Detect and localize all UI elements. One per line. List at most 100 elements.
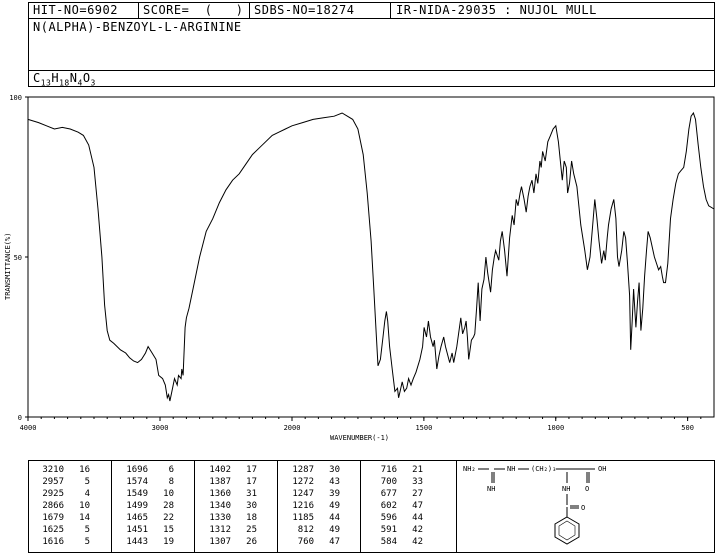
peak-wavenumber: 1696	[126, 465, 148, 475]
peak-wavenumber: 1574	[126, 477, 148, 487]
peak-table-column: 3210 16 2957 5 2925 4 2866 10 1679 14 1625 5 1616 5	[28, 461, 111, 552]
peak-transmittance: 39	[329, 489, 340, 499]
peak-transmittance: 31	[246, 489, 257, 499]
peak-wavenumber: 3210	[42, 465, 64, 475]
x-tick-label: 3000	[152, 424, 169, 432]
peak-transmittance: 16	[79, 465, 90, 475]
peak-wavenumber: 584	[380, 537, 397, 547]
peak-wavenumber: 716	[380, 465, 397, 475]
peak-wavenumber: 1402	[209, 465, 231, 475]
peak-table-column: 1402 17 1387 17 1360 31 1340 30 1330 18 1312 25 1307…	[194, 461, 278, 552]
peak-transmittance: 21	[412, 465, 423, 475]
peak-table-column: 1696 6 1574 8 1549 10 1499 28 1465 22 1451 15 1443 19	[111, 461, 195, 552]
peak-transmittance: 44	[329, 513, 340, 523]
peak-wavenumber: 1616	[42, 537, 64, 547]
peak-transmittance: 30	[246, 501, 257, 511]
peak-transmittance: 22	[163, 513, 174, 523]
structure-nh-imine-label: NH	[487, 485, 495, 493]
peak-transmittance: 43	[329, 477, 340, 487]
peak-transmittance: 5	[84, 525, 90, 535]
peak-transmittance: 49	[329, 501, 340, 511]
peak-wavenumber: 1360	[209, 489, 231, 499]
plot-frame	[27, 96, 715, 418]
peak-wavenumber: 700	[380, 477, 397, 487]
y-tick-label: 50	[14, 254, 22, 262]
peak-wavenumber: 2866	[42, 501, 64, 511]
peak-wavenumber: 1287	[292, 465, 314, 475]
structure-nh2-label: NH₂	[463, 465, 476, 473]
peak-transmittance: 25	[246, 525, 257, 535]
x-tick-label: 4000	[20, 424, 37, 432]
peak-transmittance: 26	[246, 537, 257, 547]
peak-transmittance: 47	[329, 537, 340, 547]
peak-transmittance: 8	[168, 477, 174, 487]
peak-wavenumber: 1465	[126, 513, 148, 523]
peak-wavenumber: 591	[380, 525, 397, 535]
structure-oh-label: OH	[598, 465, 606, 473]
peak-wavenumber: 2957	[42, 477, 64, 487]
peak-transmittance: 30	[329, 465, 340, 475]
peak-wavenumber: 1679	[42, 513, 64, 523]
benzene-ring-inner	[558, 520, 576, 541]
peak-wavenumber: 677	[380, 489, 397, 499]
peak-transmittance: 27	[412, 489, 423, 499]
peak-wavenumber: 1307	[209, 537, 231, 547]
peak-transmittance: 42	[412, 525, 423, 535]
peak-wavenumber: 1185	[292, 513, 314, 523]
peak-transmittance: 44	[412, 513, 423, 523]
peak-table: 3210 16 2957 5 2925 4 2866 10 1679 14 1625 5 1616 5 16…	[28, 461, 456, 552]
y-axis-label: TRANSMITTANCE(%)	[4, 233, 12, 300]
y-tick-label: 100	[9, 94, 22, 102]
y-axis-ticks: 100 50 0	[9, 94, 28, 422]
peak-wavenumber: 1340	[209, 501, 231, 511]
peak-wavenumber: 1451	[126, 525, 148, 535]
spectrum-series-line	[27, 111, 715, 402]
peak-wavenumber: 1272	[292, 477, 314, 487]
structure-carboxyl-o-label: O	[585, 485, 589, 493]
peak-transmittance: 6	[168, 465, 174, 475]
structure-amide-nh-label: NH	[562, 485, 570, 493]
x-tick-label: 500	[681, 424, 694, 432]
peak-transmittance: 5	[84, 477, 90, 487]
structure-nh-chain-label: NH	[507, 465, 515, 473]
peak-transmittance: 47	[412, 501, 423, 511]
x-axis-label: WAVENUMBER(-1)	[330, 434, 389, 442]
peak-transmittance: 28	[163, 501, 174, 511]
peak-transmittance: 14	[79, 513, 90, 523]
peak-wavenumber: 1330	[209, 513, 231, 523]
peak-table-column: 1287 30 1272 43 1247 39 1216 49 1185 44 812 49 760 47	[277, 461, 361, 552]
peak-wavenumber: 596	[380, 513, 397, 523]
x-axis-ticks: 4000 3000 2000 1500 1000 500	[20, 417, 702, 432]
x-tick-label: 1500	[415, 424, 432, 432]
peak-table-column: 716 21 700 33 677 27 602 47 596 44 591 42 584 42	[360, 461, 444, 552]
y-tick-label: 0	[18, 414, 22, 422]
peak-transmittance: 33	[412, 477, 423, 487]
peak-transmittance: 18	[246, 513, 257, 523]
peak-wavenumber: 1625	[42, 525, 64, 535]
peak-wavenumber: 760	[297, 537, 314, 547]
peak-wavenumber: 602	[380, 501, 397, 511]
peak-wavenumber: 1247	[292, 489, 314, 499]
peak-transmittance: 5	[84, 537, 90, 547]
peak-wavenumber: 812	[297, 525, 314, 535]
peak-transmittance: 10	[163, 489, 174, 499]
peak-transmittance: 17	[246, 465, 257, 475]
peak-wavenumber: 1387	[209, 477, 231, 487]
peak-transmittance: 42	[412, 537, 423, 547]
peak-transmittance: 19	[163, 537, 174, 547]
peak-wavenumber: 1443	[126, 537, 148, 547]
x-tick-label: 2000	[284, 424, 301, 432]
peak-transmittance: 15	[163, 525, 174, 535]
structure-ch2-label: (CH₂)₃	[531, 465, 556, 473]
peak-wavenumber: 1216	[292, 501, 314, 511]
peak-transmittance: 4	[84, 489, 90, 499]
structure-amide-o-label: O	[581, 504, 585, 512]
peak-wavenumber: 1312	[209, 525, 231, 535]
peak-transmittance: 49	[329, 525, 340, 535]
structure-diagram: NH₂ NH NH (CH₂)₃ OH O NH O	[463, 465, 606, 545]
peak-wavenumber: 1549	[126, 489, 148, 499]
peak-wavenumber: 1499	[126, 501, 148, 511]
peak-transmittance: 17	[246, 477, 257, 487]
peak-transmittance: 10	[79, 501, 90, 511]
peak-wavenumber: 2925	[42, 489, 64, 499]
